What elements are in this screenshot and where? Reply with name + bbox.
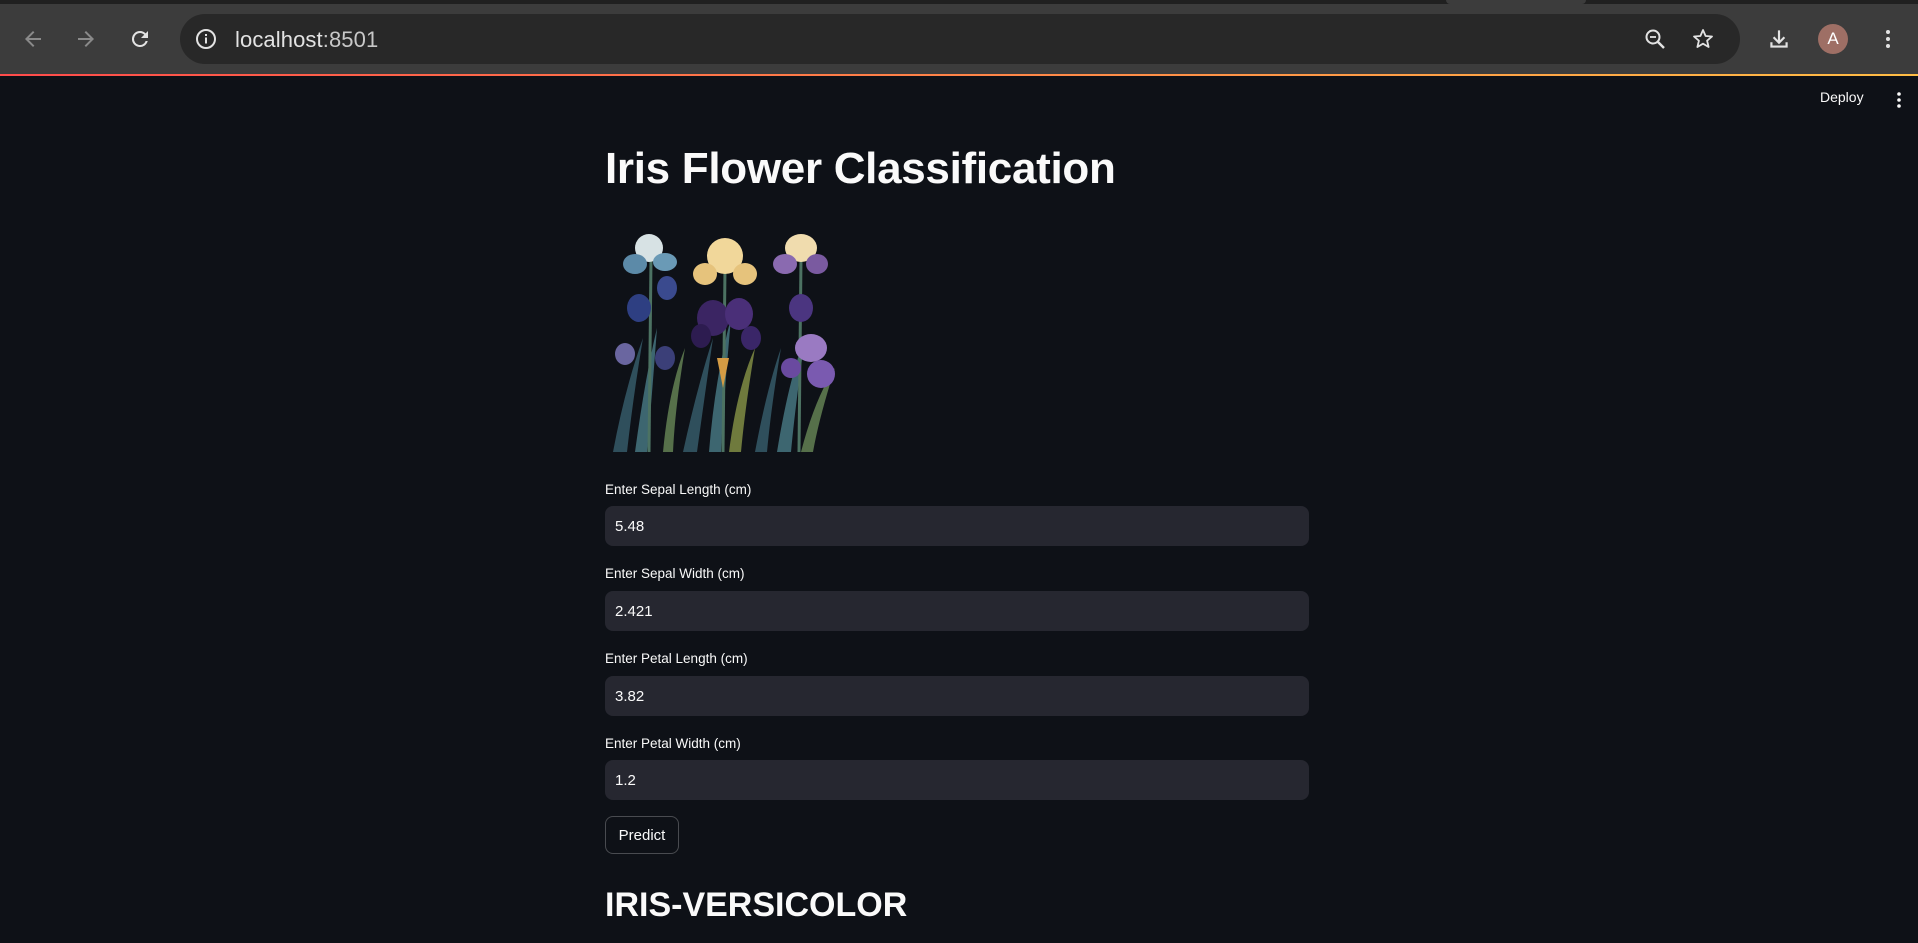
url-host: localhost [235,27,323,52]
tab-strip [0,0,1918,4]
sepal-width-input[interactable] [605,591,1309,631]
petal-length-label: Enter Petal Length (cm) [605,651,748,666]
arrow-left-icon [25,31,41,47]
iris-flowers-image [605,218,849,454]
sepal-length-input[interactable] [605,506,1309,546]
browser-menu-button[interactable] [1870,21,1906,57]
reload-button[interactable] [122,21,158,57]
petal-width-input[interactable] [605,760,1309,800]
page-title: Iris Flower Classification [605,144,1116,193]
download-icon [1770,30,1788,48]
downloads-button[interactable] [1761,21,1797,57]
info-icon[interactable] [194,27,218,51]
forward-button[interactable] [68,21,104,57]
predict-button[interactable]: Predict [605,816,679,854]
petal-length-input[interactable] [605,676,1309,716]
prediction-result: IRIS-VERSICOLOR [605,886,908,924]
kebab-icon [1886,30,1890,48]
star-icon[interactable] [1691,27,1715,51]
browser-toolbar: localhost:8501 A [0,0,1918,76]
sepal-length-label: Enter Sepal Length (cm) [605,482,752,497]
profile-avatar[interactable]: A [1818,24,1848,54]
sepal-width-label: Enter Sepal Width (cm) [605,566,745,581]
deploy-button[interactable]: Deploy [1820,89,1864,105]
url-text[interactable]: localhost:8501 [235,27,378,53]
app-decoration-line [0,74,1918,76]
reload-icon [131,30,148,47]
address-bar[interactable]: localhost:8501 [180,14,1740,64]
url-port: :8501 [322,27,379,52]
back-button[interactable] [15,21,51,57]
app-menu-icon[interactable] [1892,90,1906,110]
arrow-right-icon [78,31,94,47]
zoom-icon[interactable] [1643,27,1667,51]
petal-width-label: Enter Petal Width (cm) [605,736,741,751]
